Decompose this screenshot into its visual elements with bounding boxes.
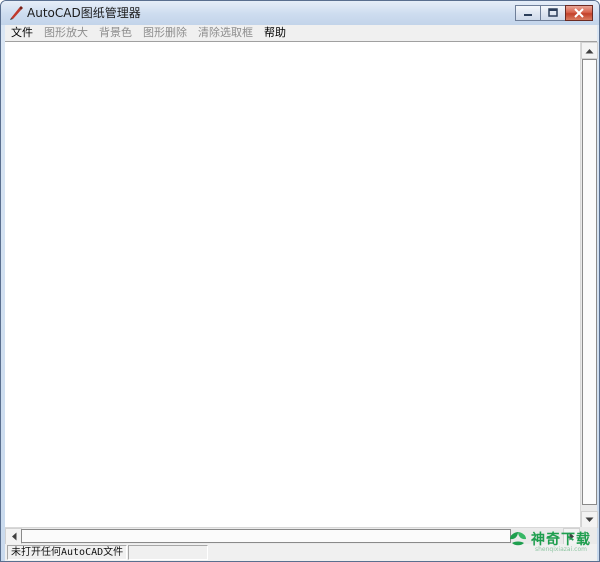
menu-delete-drawing[interactable]: 图形删除: [137, 25, 192, 41]
minimize-icon: [524, 14, 532, 16]
window-title: AutoCAD图纸管理器: [27, 6, 141, 20]
pen-icon[interactable]: [8, 5, 24, 21]
menu-bar: 文件 图形放大 背景色 图形删除 清除选取框 帮助: [5, 25, 597, 41]
minimize-button[interactable]: [515, 5, 541, 21]
menu-background-color[interactable]: 背景色: [93, 25, 137, 41]
scroll-up-button[interactable]: [581, 42, 598, 59]
close-icon: [574, 8, 584, 18]
app-window: AutoCAD图纸管理器 文件 图形放大 背景色 图形删除 清除选取框 帮助 未…: [0, 0, 600, 562]
window-controls: [515, 5, 593, 22]
close-button[interactable]: [565, 5, 593, 21]
menu-clear-selection[interactable]: 清除选取框: [192, 25, 258, 41]
horizontal-scrollbar[interactable]: [5, 527, 580, 545]
arrow-down-icon: [585, 517, 594, 522]
menu-help[interactable]: 帮助: [258, 25, 291, 41]
vertical-scroll-thumb[interactable]: [582, 59, 597, 505]
status-message: 未打开任何AutoCAD文件: [7, 545, 127, 560]
menu-zoom-in[interactable]: 图形放大: [38, 25, 93, 41]
maximize-icon: [548, 8, 558, 17]
title-bar[interactable]: AutoCAD图纸管理器: [1, 1, 599, 25]
scroll-left-button[interactable]: [5, 528, 22, 545]
scroll-down-button[interactable]: [581, 511, 598, 528]
horizontal-scroll-thumb[interactable]: [21, 529, 511, 543]
watermark-logo: 神奇下载 shenqixiazai.com: [508, 529, 591, 553]
vertical-scrollbar[interactable]: [580, 42, 598, 528]
arrow-left-icon: [11, 532, 16, 541]
arrow-up-icon: [585, 48, 594, 53]
drawing-canvas[interactable]: [5, 41, 598, 545]
leaf-logo-icon: [510, 532, 526, 546]
maximize-button[interactable]: [540, 5, 566, 21]
status-pane-secondary: [128, 545, 208, 560]
watermark-site: shenqixiazai.com: [534, 546, 587, 553]
menu-file[interactable]: 文件: [5, 25, 38, 41]
